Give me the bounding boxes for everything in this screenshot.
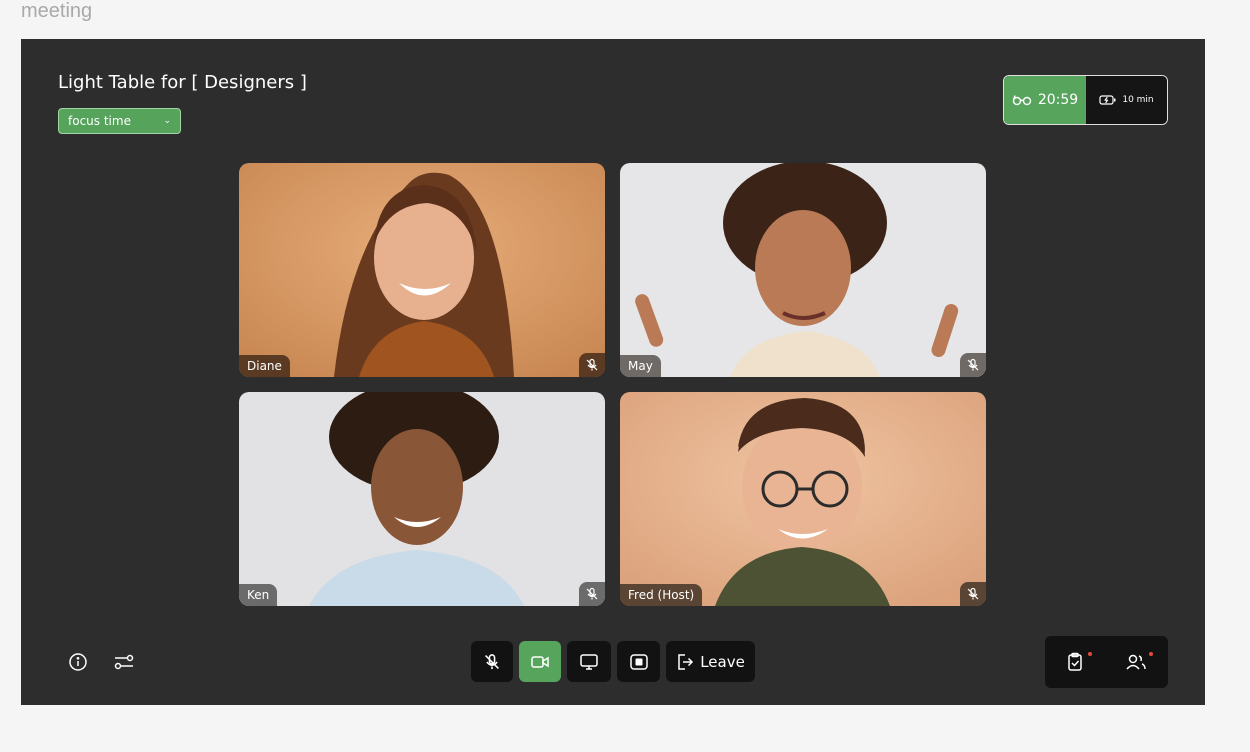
side-panel-toggles (1045, 636, 1168, 688)
participants-icon[interactable] (1125, 651, 1147, 673)
mode-select-value: focus time (68, 114, 131, 128)
participant-video (620, 163, 986, 377)
participant-name: Ken (239, 584, 278, 606)
participant-name: Diane (239, 355, 290, 377)
mic-muted-icon (579, 353, 605, 377)
leave-label: Leave (700, 652, 745, 671)
mute-mic-button[interactable] (471, 641, 513, 682)
glasses-icon (1012, 95, 1032, 106)
record-button[interactable] (617, 641, 660, 682)
meeting-title: Light Table for [ Designers ] (58, 72, 307, 93)
participant-name: May (620, 355, 661, 377)
clipboard-check-icon[interactable] (1064, 651, 1086, 673)
timer-focus-section: 20:59 (1004, 76, 1086, 124)
participant-video (620, 392, 986, 606)
settings-sliders-icon[interactable] (113, 651, 135, 673)
exit-icon (678, 653, 694, 670)
focus-timer: 20:59 10 min (1003, 75, 1168, 125)
mode-select[interactable]: focus time ⌄ (58, 108, 181, 134)
participant-tile-ken[interactable]: Ken (239, 392, 605, 606)
timer-break-section: 10 min (1086, 76, 1167, 124)
participant-name: Fred (Host) (620, 584, 703, 606)
notification-dot (1149, 652, 1153, 656)
record-icon (629, 653, 648, 670)
participant-video (239, 163, 605, 377)
meeting-window: Light Table for [ Designers ] focus time… (21, 39, 1205, 705)
participant-tile-diane[interactable]: Diane (239, 163, 605, 377)
mic-off-icon (485, 653, 499, 669)
frame-label: meeting (21, 0, 93, 22)
video-camera-icon (531, 655, 549, 668)
participant-tile-fred[interactable]: Fred (Host) (620, 392, 986, 606)
leave-button[interactable]: Leave (666, 641, 755, 682)
camera-button[interactable] (519, 641, 561, 682)
mic-muted-icon (960, 353, 986, 377)
mic-muted-icon (579, 582, 605, 606)
timer-time: 20:59 (1037, 92, 1079, 108)
share-screen-button[interactable] (567, 641, 611, 682)
mic-muted-icon (960, 582, 986, 606)
notification-dot (1088, 652, 1092, 656)
participant-video (239, 392, 605, 606)
info-icon[interactable] (67, 651, 89, 673)
battery-charging-icon (1099, 95, 1116, 105)
monitor-icon (580, 653, 598, 670)
participant-tile-may[interactable]: May (620, 163, 986, 377)
timer-break: 10 min (1122, 95, 1154, 105)
chevron-down-icon: ⌄ (163, 116, 171, 126)
